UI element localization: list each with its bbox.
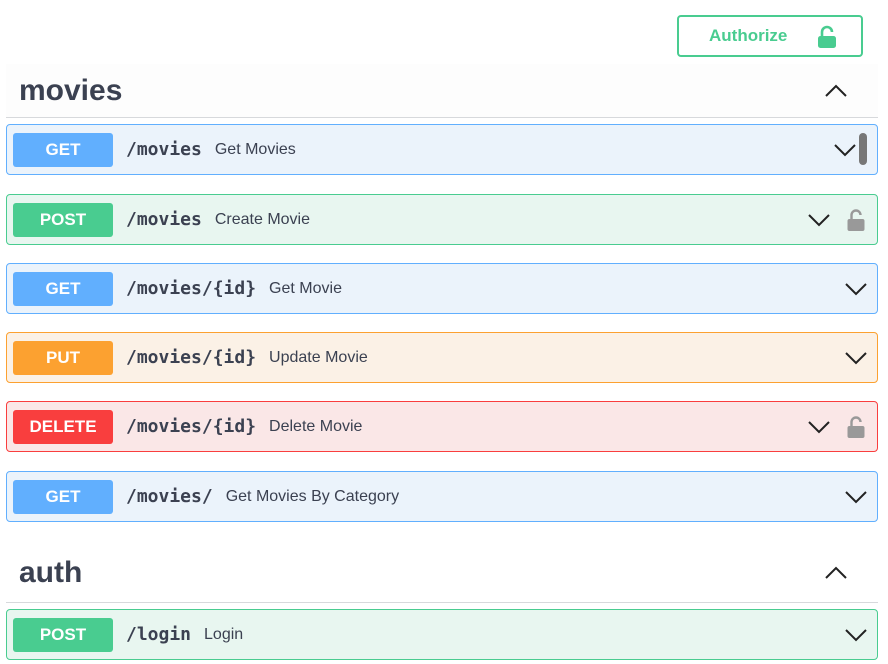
operation-delete-movie[interactable]: DELETE /movies/{id} Delete Movie: [6, 401, 878, 452]
section-title: auth: [19, 556, 83, 589]
operation-summary: Get Movies By Category: [225, 487, 400, 505]
operation-path: /movies: [126, 139, 202, 160]
scrollbar-thumb[interactable]: [859, 133, 867, 165]
lock-icon[interactable]: [847, 415, 865, 444]
operation-path: /movies/{id}: [126, 278, 257, 299]
method-badge: GET: [13, 132, 113, 167]
operation-get-movies-by-category[interactable]: GET /movies/ Get Movies By Category: [6, 471, 878, 522]
operation-summary: Create Movie: [214, 210, 311, 228]
chevron-down-icon[interactable]: [844, 282, 868, 301]
operation-summary: Login: [204, 625, 244, 643]
section-title: movies: [19, 73, 123, 107]
method-badge: GET: [13, 271, 113, 306]
chevron-down-icon[interactable]: [844, 490, 868, 509]
operation-post-login[interactable]: POST /login Login: [6, 609, 878, 660]
chevron-down-icon[interactable]: [844, 628, 868, 647]
authorize-label: Authorize: [709, 26, 788, 45]
method-badge: DELETE: [13, 409, 113, 444]
operation-path: /login: [126, 624, 192, 645]
unlocked-lock-icon: [817, 25, 837, 54]
method-badge: GET: [13, 479, 113, 514]
chevron-down-icon[interactable]: [844, 351, 868, 370]
method-badge: POST: [13, 617, 113, 652]
section-header-movies[interactable]: movies: [6, 64, 878, 118]
operation-post-movies[interactable]: POST /movies Create Movie: [6, 194, 878, 245]
operation-get-movie[interactable]: GET /movies/{id} Get Movie: [6, 263, 878, 314]
operation-path: /movies/{id}: [126, 347, 257, 368]
operation-path: /movies: [126, 209, 202, 230]
operation-summary: Get Movie: [269, 279, 342, 297]
operation-put-movie[interactable]: PUT /movies/{id} Update Movie: [6, 332, 878, 383]
chevron-down-icon[interactable]: [833, 143, 857, 162]
lock-icon[interactable]: [847, 208, 865, 237]
chevron-up-icon[interactable]: [824, 84, 848, 103]
operation-summary: Update Movie: [269, 348, 368, 366]
operation-summary: Get Movies: [214, 140, 296, 158]
chevron-down-icon[interactable]: [807, 213, 831, 232]
operation-path: /movies/{id}: [126, 416, 257, 437]
method-badge: PUT: [13, 340, 113, 375]
chevron-down-icon[interactable]: [807, 420, 831, 439]
method-badge: POST: [13, 202, 113, 237]
section-header-auth[interactable]: auth: [6, 544, 878, 603]
authorize-button[interactable]: Authorize: [677, 15, 863, 57]
operation-summary: Delete Movie: [269, 417, 363, 435]
operation-get-movies[interactable]: GET /movies Get Movies: [6, 124, 878, 175]
chevron-up-icon[interactable]: [824, 566, 848, 585]
operation-path: /movies/: [126, 486, 213, 507]
